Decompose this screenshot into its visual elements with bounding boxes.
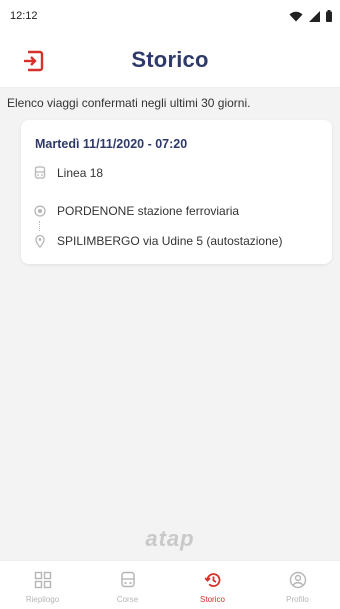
list-description: Elenco viaggi confermati negli ultimi 30…: [7, 96, 251, 110]
bottom-tab-bar: Riepilogo Corse Storico Profilo: [0, 560, 340, 609]
trip-destination: SPILIMBERGO via Udine 5 (autostazione): [57, 234, 283, 248]
tab-storico[interactable]: Storico: [170, 561, 255, 609]
destination-pin-icon: [35, 234, 45, 248]
tab-label: Riepilogo: [25, 595, 60, 604]
dashboard-icon: [34, 571, 51, 589]
trip-origin: PORDENONE stazione ferroviaria: [57, 204, 240, 218]
atap-logo: atap: [145, 526, 195, 551]
status-bar: 12:12: [0, 0, 340, 32]
tab-profilo[interactable]: Profilo: [255, 561, 340, 609]
tab-label: Profilo: [286, 595, 309, 604]
trip-line-row: Linea 18: [33, 166, 103, 180]
tab-label: Corse: [116, 595, 139, 604]
origin-stop-icon: [34, 205, 46, 217]
page-title: Storico: [131, 46, 209, 72]
trip-card[interactable]: Martedì 11/11/2020 - 07:20 Linea 18 PORD…: [21, 120, 332, 264]
bus-icon: [34, 166, 46, 179]
trip-origin-row: PORDENONE stazione ferroviaria: [33, 204, 239, 218]
tab-corse[interactable]: Corse: [85, 561, 170, 609]
wifi-icon: [289, 11, 303, 21]
signal-icon: [309, 10, 320, 22]
tab-label: Storico: [200, 595, 225, 604]
app-header: Storico: [0, 32, 340, 88]
logout-icon[interactable]: [22, 50, 44, 72]
trip-line: Linea 18: [57, 166, 104, 180]
profile-icon: [289, 571, 306, 589]
history-icon: [204, 573, 220, 587]
trip-destination-row: SPILIMBERGO via Udine 5 (autostazione): [33, 234, 282, 248]
tab-riepilogo[interactable]: Riepilogo: [0, 561, 85, 609]
trip-date: Martedì 11/11/2020 - 07:20: [35, 137, 188, 151]
battery-icon: [326, 10, 332, 22]
status-time: 12:12: [10, 10, 38, 22]
route-connector: [39, 221, 41, 231]
status-icons: [289, 10, 332, 22]
bus-icon: [120, 571, 135, 588]
